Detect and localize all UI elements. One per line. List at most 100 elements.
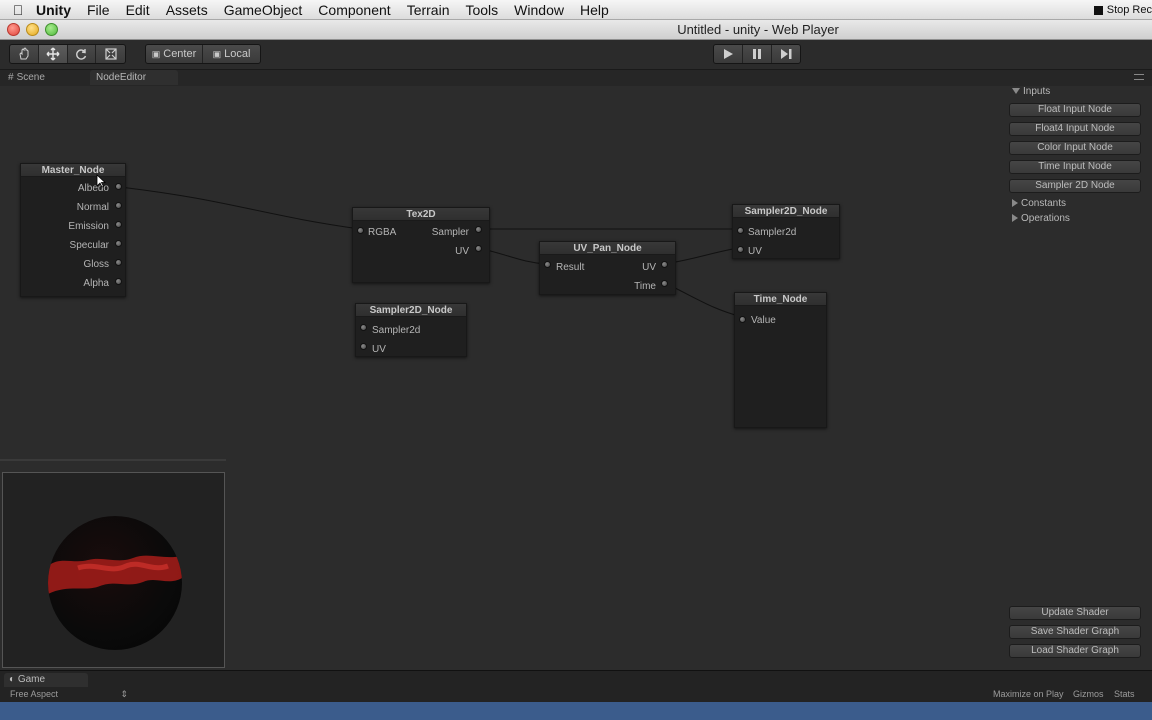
hand-tool-button[interactable] [10,45,39,63]
menu-help[interactable]: Help [580,2,609,18]
apple-icon[interactable]:  [0,2,36,18]
window-title: Untitled - unity - Web Player [677,22,839,37]
port-uv: UV [372,344,386,355]
inputs-foldout[interactable]: Inputs [1012,86,1050,97]
port-sampler2d-socket[interactable] [737,227,744,234]
inputs-label: Inputs [1023,86,1051,97]
tab-node-editor[interactable]: NodeEditor [90,70,178,85]
maximize-on-play-toggle[interactable]: Maximize on Play [993,689,1064,699]
time-node[interactable]: Time_Node Value [734,292,827,428]
editor-tabbar: # Scene NodeEditor [0,70,1152,86]
float4-input-node-button[interactable]: Float4 Input Node [1009,122,1141,136]
constants-foldout[interactable]: Constants [1012,198,1066,209]
tab-scene[interactable]: # Scene [2,70,51,85]
aspect-label: Free Aspect [10,689,59,699]
port-normal: Normal [76,202,109,213]
port-alpha-socket[interactable] [115,278,122,285]
menu-assets[interactable]: Assets [166,2,208,18]
collapsed-arrow-icon [1012,214,1018,223]
load-shader-graph-button[interactable]: Load Shader Graph [1009,644,1141,658]
pause-icon [753,49,761,59]
rotate-icon [76,49,87,60]
menu-tools[interactable]: Tools [465,2,498,18]
sampler2d-node-a[interactable]: Sampler2D_Node Sampler2d UV [355,303,467,357]
port-time-socket[interactable] [661,280,668,287]
port-rgba-socket[interactable] [357,227,364,234]
float-input-node-button[interactable]: Float Input Node [1009,103,1141,117]
operations-foldout[interactable]: Operations [1012,213,1070,224]
sampler-2d-node-button[interactable]: Sampler 2D Node [1009,179,1141,193]
stats-toggle[interactable]: Stats [1114,689,1135,699]
constants-label: Constants [1021,198,1067,209]
menu-file[interactable]: File [87,2,110,18]
port-uv-socket[interactable] [737,246,744,253]
unity-toolbar: ▣ Center ▣ Local [0,40,1152,70]
step-icon [781,49,792,59]
tex2d-node[interactable]: Tex2D RGBA Sampler UV [352,207,490,283]
aspect-dropdown[interactable]: Free Aspect ⇕ [10,689,128,700]
stop-icon [1093,5,1103,15]
port-albedo-socket[interactable] [115,183,122,190]
port-uv-socket[interactable] [360,343,367,350]
pivot-local-label: Local [224,48,251,60]
port-gloss: Gloss [83,259,109,270]
port-rgba: RGBA [368,227,397,238]
port-alpha: Alpha [83,278,109,289]
sampler2d-node-b[interactable]: Sampler2D_Node Sampler2d UV [732,204,840,259]
port-uv-out-socket[interactable] [661,261,668,268]
update-shader-button[interactable]: Update Shader [1009,606,1141,620]
mac-menubar:  Unity File Edit Assets GameObject Comp… [0,0,1152,20]
time-input-node-button[interactable]: Time Input Node [1009,160,1141,174]
menu-gameobject[interactable]: GameObject [224,2,303,18]
port-sampler2d-socket[interactable] [360,324,367,331]
port-result-socket[interactable] [544,261,551,268]
gizmos-toggle[interactable]: Gizmos [1073,689,1104,699]
sampler2d-node-b-title: Sampler2D_Node [733,205,839,218]
bottom-strip [0,702,1152,720]
pivot-center-button[interactable]: ▣ Center [146,45,204,63]
scale-icon [105,48,117,60]
tab-game[interactable]: ◐ Game [4,673,88,687]
uv-pan-node[interactable]: UV_Pan_Node Result UV Time [539,241,676,295]
port-specular-socket[interactable] [115,240,122,247]
scale-tool-button[interactable] [96,45,125,63]
port-uv-out: UV [642,262,656,273]
pause-button[interactable] [743,45,772,63]
port-time: Time [634,281,656,292]
pivot-center-icon: ▣ [151,48,161,59]
step-button[interactable] [772,45,800,63]
grid-icon: # [8,72,14,83]
port-gloss-socket[interactable] [115,259,122,266]
expanded-arrow-icon [1012,88,1020,95]
menu-edit[interactable]: Edit [126,2,150,18]
screen:  Unity File Edit Assets GameObject Comp… [0,0,1152,720]
port-value-socket[interactable] [739,316,746,323]
menu-component[interactable]: Component [318,2,390,18]
mouse-cursor-icon [96,174,106,188]
play-button[interactable] [714,45,743,63]
port-uv-socket[interactable] [475,245,482,252]
menu-terrain[interactable]: Terrain [407,2,450,18]
preview-splitter[interactable] [0,459,226,461]
rotate-tool-button[interactable] [68,45,97,63]
tab-menu-icon[interactable] [1134,74,1144,80]
save-shader-graph-button[interactable]: Save Shader Graph [1009,625,1141,639]
port-normal-socket[interactable] [115,202,122,209]
tab-game-label: Game [17,674,46,685]
pivot-local-button[interactable]: ▣ Local [203,45,260,63]
time-node-title: Time_Node [735,293,826,306]
port-sampler-socket[interactable] [475,226,482,233]
master-node-title: Master_Node [21,164,125,177]
menu-app-name[interactable]: Unity [36,2,71,18]
transform-tools [9,44,126,64]
port-emission-socket[interactable] [115,221,122,228]
stop-recording-item[interactable]: Stop Rec [1093,0,1152,20]
move-tool-button[interactable] [38,45,68,63]
master-node[interactable]: Master_Node Albedo Normal Emission Specu… [20,163,126,297]
port-specular: Specular [69,240,109,251]
hand-icon [19,47,29,60]
menu-window[interactable]: Window [514,2,564,18]
move-icon [46,47,60,61]
red-texture-pattern [48,555,182,594]
color-input-node-button[interactable]: Color Input Node [1009,141,1141,155]
